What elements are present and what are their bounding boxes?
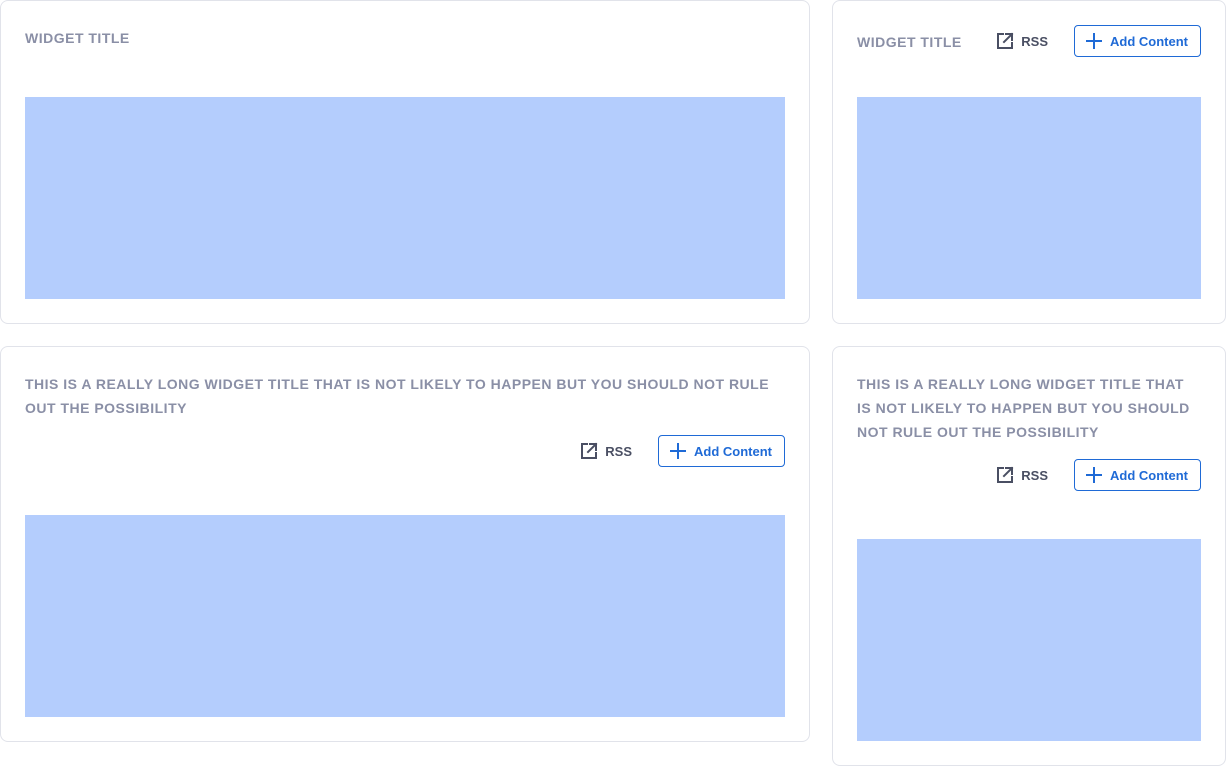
add-content-label: Add Content <box>1110 467 1188 483</box>
plus-icon <box>1085 32 1103 50</box>
external-link-icon <box>995 465 1015 485</box>
add-content-button[interactable]: Add Content <box>1074 25 1201 57</box>
widget-title: WIDGET TITLE <box>857 34 962 50</box>
add-content-label: Add Content <box>694 443 772 459</box>
rss-link[interactable]: RSS <box>995 465 1048 485</box>
widget-content-placeholder <box>857 97 1201 299</box>
widget-card-4: THIS IS A REALLY LONG WIDGET TITLE THAT … <box>832 346 1226 766</box>
add-content-button[interactable]: Add Content <box>1074 459 1201 491</box>
widget-card-1: WIDGET TITLE <box>0 0 810 324</box>
widget-actions: RSS Add Content <box>579 435 785 467</box>
widget-card-2: WIDGET TITLE RSS Add Content <box>832 0 1226 324</box>
add-content-label: Add Content <box>1110 33 1188 49</box>
rss-link[interactable]: RSS <box>995 31 1048 51</box>
rss-label: RSS <box>605 443 633 459</box>
rss-label: RSS <box>1021 467 1049 483</box>
add-content-button[interactable]: Add Content <box>658 435 785 467</box>
plus-icon <box>1085 466 1103 484</box>
widget-title: THIS IS A REALLY LONG WIDGET TITLE THAT … <box>25 376 770 416</box>
external-link-icon <box>995 31 1015 51</box>
widget-actions: RSS Add Content <box>995 25 1201 57</box>
rss-link[interactable]: RSS <box>579 441 632 461</box>
widget-title: THIS IS A REALLY LONG WIDGET TITLE THAT … <box>857 376 1190 440</box>
external-link-icon <box>579 441 599 461</box>
widget-content-placeholder <box>25 97 785 299</box>
widget-title: WIDGET TITLE <box>25 30 130 46</box>
plus-icon <box>669 442 687 460</box>
widget-content-placeholder <box>857 539 1201 741</box>
widget-card-3: THIS IS A REALLY LONG WIDGET TITLE THAT … <box>0 346 810 742</box>
widget-content-placeholder <box>25 515 785 717</box>
widget-actions: RSS Add Content <box>995 459 1201 491</box>
rss-label: RSS <box>1021 33 1049 49</box>
